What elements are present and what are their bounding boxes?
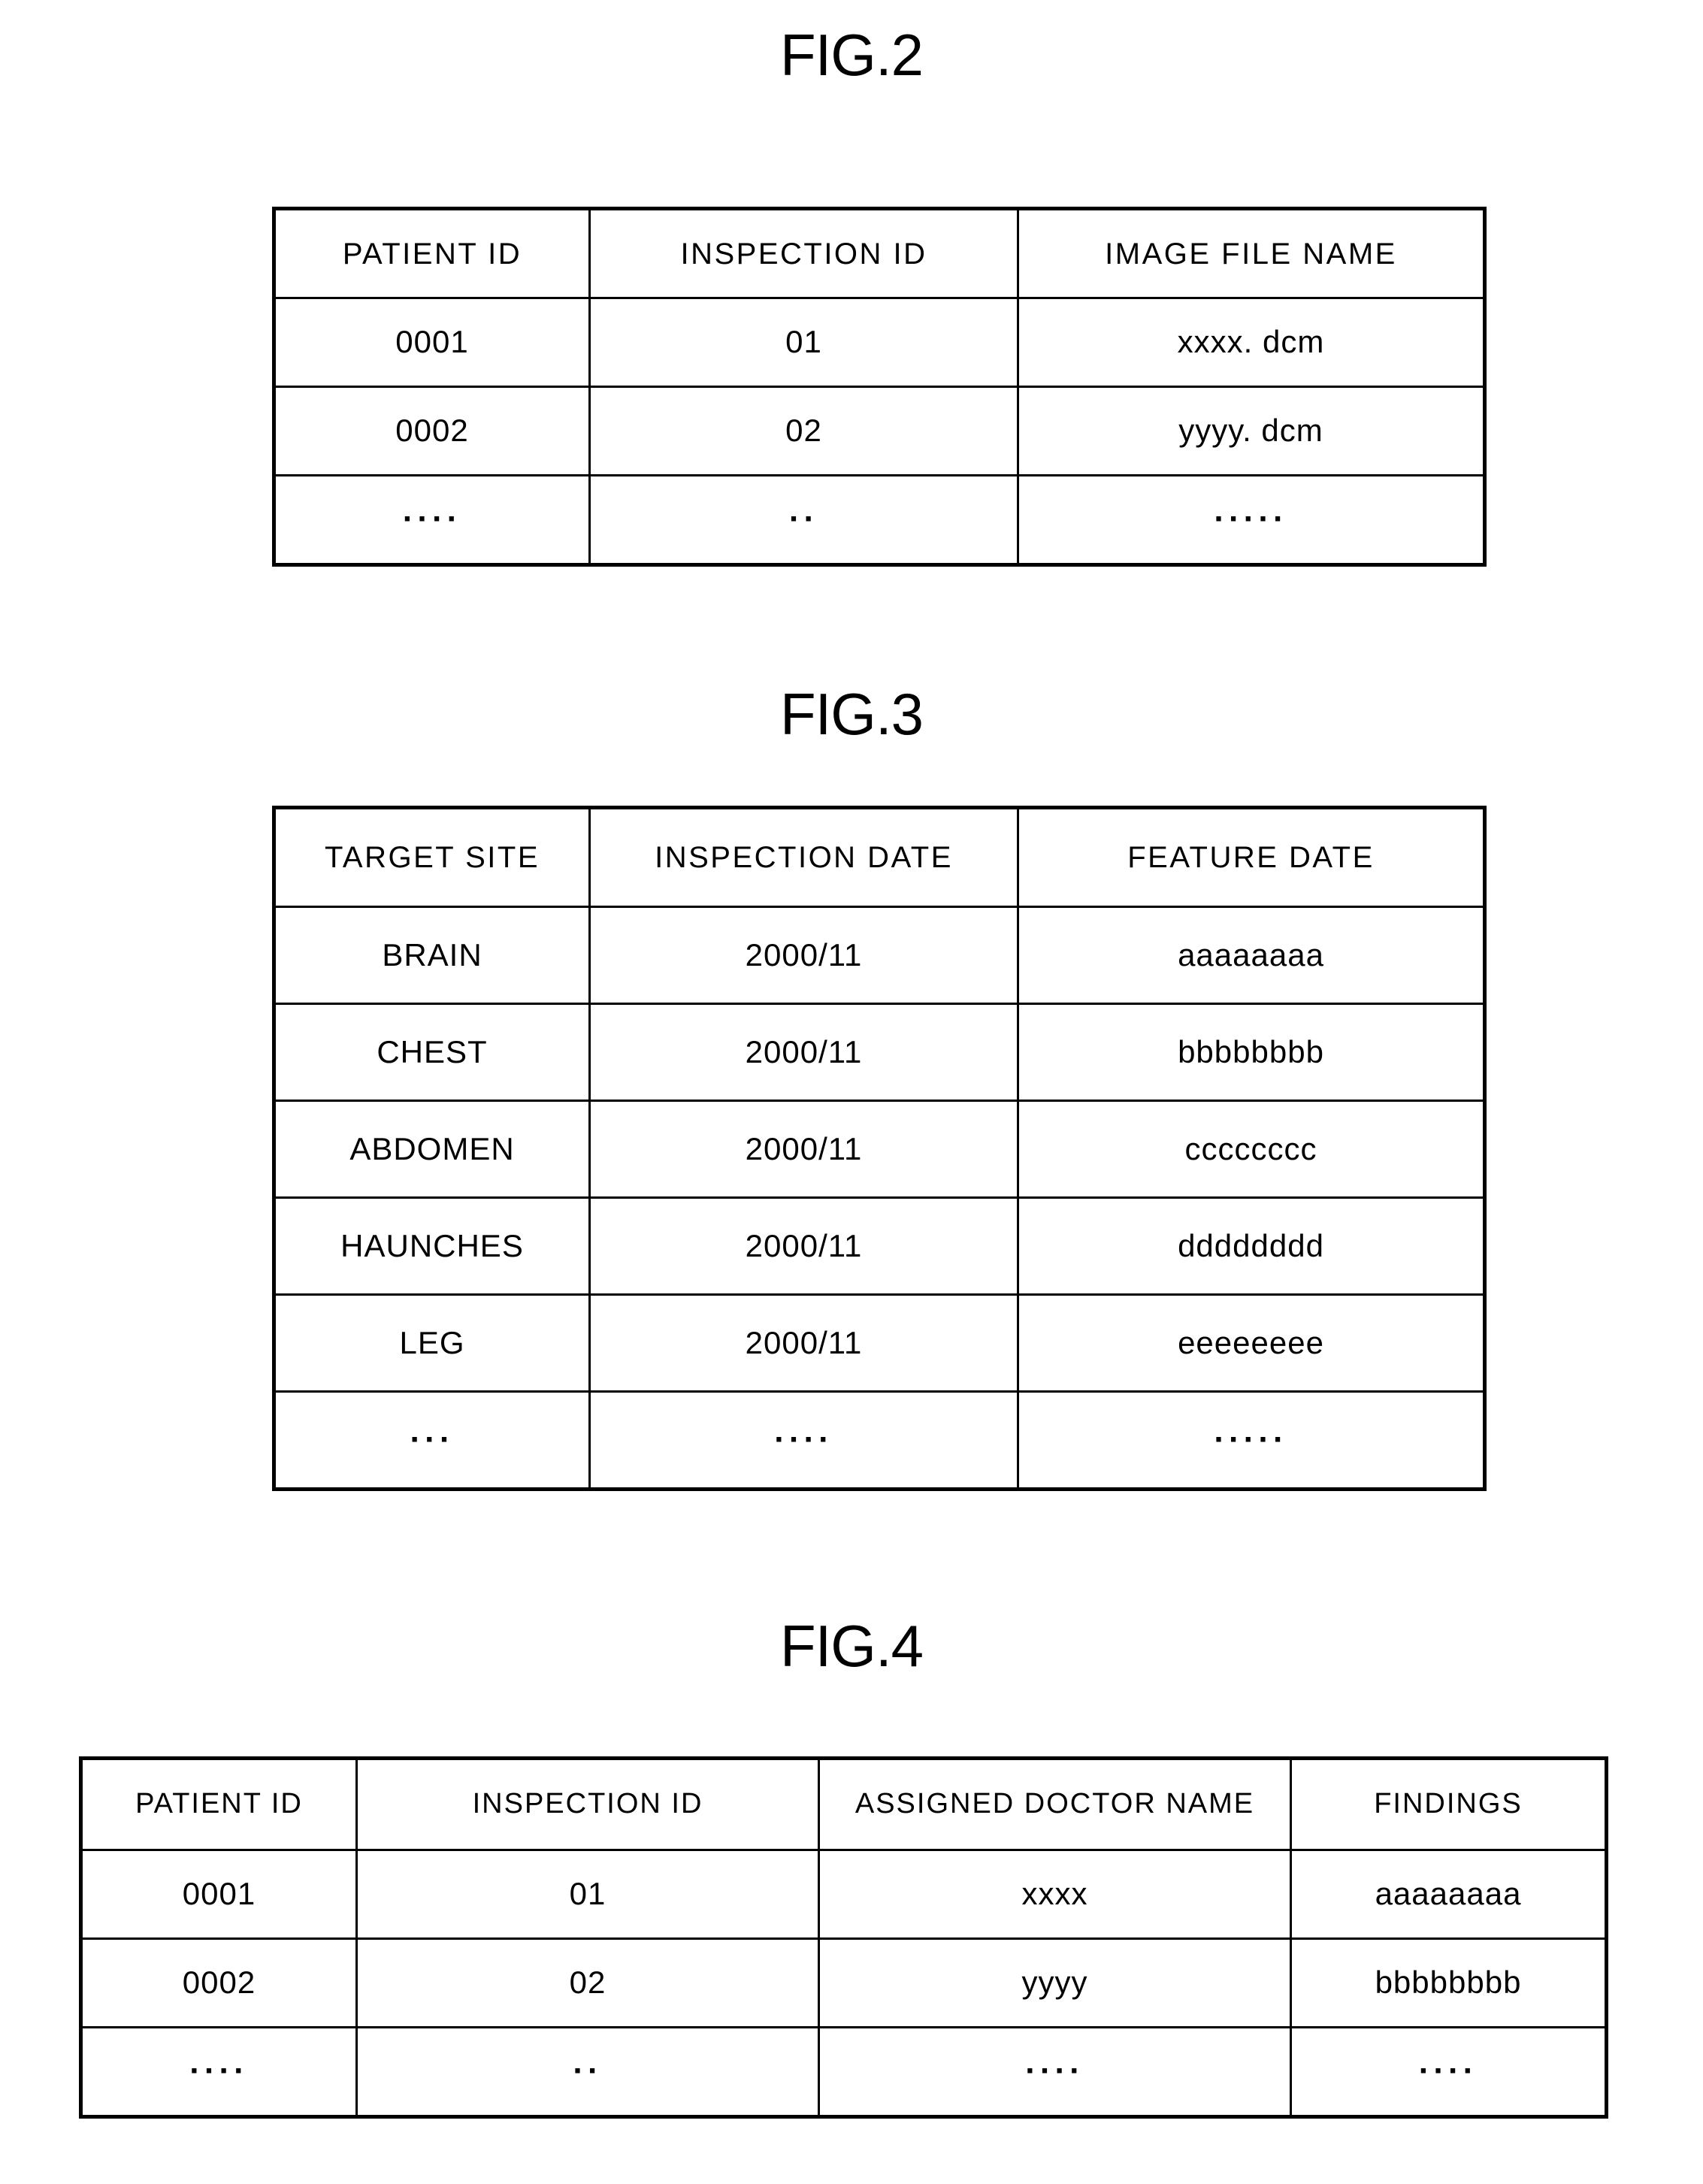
cell-patient-id: ···· xyxy=(80,2026,358,2117)
cell-inspection-date: 2000/11 xyxy=(588,906,1019,1005)
column-header-inspection-id: INSPECTION ID xyxy=(588,208,1019,299)
cell-inspection-date: ···· xyxy=(588,1390,1019,1490)
cell-assigned-doctor-name: ···· xyxy=(818,2026,1292,2117)
table-row: 0002 02 yyyy bbbbbbbb xyxy=(80,1937,1607,2028)
cell-image-file-name: yyyy. dcm xyxy=(1017,386,1485,476)
cell-feature-date: cccccccc xyxy=(1017,1100,1485,1199)
cell-inspection-id: 02 xyxy=(355,1937,820,2028)
cell-findings: bbbbbbbb xyxy=(1290,1937,1607,2028)
cell-feature-date: bbbbbbbb xyxy=(1017,1003,1485,1102)
column-header-findings: FINDINGS xyxy=(1290,1758,1607,1851)
cell-target-site: HAUNCHES xyxy=(274,1196,591,1296)
column-header-patient-id: PATIENT ID xyxy=(274,208,591,299)
cell-image-file-name: ····· xyxy=(1017,474,1485,565)
table-row-ellipsis: ··· ···· ····· xyxy=(274,1390,1485,1490)
cell-target-site: LEG xyxy=(274,1293,591,1393)
cell-inspection-id: 01 xyxy=(588,297,1019,388)
cell-feature-date: eeeeeeee xyxy=(1017,1293,1485,1393)
table-row: 0001 01 xxxx. dcm xyxy=(274,297,1485,388)
column-header-target-site: TARGET SITE xyxy=(274,807,591,908)
column-header-image-file-name: IMAGE FILE NAME xyxy=(1017,208,1485,299)
cell-target-site: CHEST xyxy=(274,1003,591,1102)
cell-inspection-date: 2000/11 xyxy=(588,1003,1019,1102)
table-row: BRAIN 2000/11 aaaaaaaa xyxy=(274,906,1485,1005)
table-row: 0002 02 yyyy. dcm xyxy=(274,386,1485,476)
figure-2-table: PATIENT ID INSPECTION ID IMAGE FILE NAME… xyxy=(272,207,1487,567)
cell-feature-date: dddddddd xyxy=(1017,1196,1485,1296)
cell-patient-id: 0002 xyxy=(274,386,591,476)
cell-patient-id: ···· xyxy=(274,474,591,565)
cell-inspection-date: 2000/11 xyxy=(588,1293,1019,1393)
cell-image-file-name: xxxx. dcm xyxy=(1017,297,1485,388)
table-row-ellipsis: ···· ·· ···· ···· xyxy=(80,2026,1607,2117)
cell-feature-date: ····· xyxy=(1017,1390,1485,1490)
cell-inspection-id: ·· xyxy=(355,2026,820,2117)
cell-findings: ···· xyxy=(1290,2026,1607,2117)
column-header-inspection-id: INSPECTION ID xyxy=(355,1758,820,1851)
cell-target-site: BRAIN xyxy=(274,906,591,1005)
cell-inspection-date: 2000/11 xyxy=(588,1100,1019,1199)
table-row: CHEST 2000/11 bbbbbbbb xyxy=(274,1003,1485,1102)
cell-target-site: ABDOMEN xyxy=(274,1100,591,1199)
cell-assigned-doctor-name: yyyy xyxy=(818,1937,1292,2028)
figure-2-title: FIG.2 xyxy=(779,22,924,88)
cell-patient-id: 0001 xyxy=(80,1849,358,1940)
cell-inspection-id: 01 xyxy=(355,1849,820,1940)
column-header-assigned-doctor-name: ASSIGNED DOCTOR NAME xyxy=(818,1758,1292,1851)
figure-4-table: PATIENT ID INSPECTION ID ASSIGNED DOCTOR… xyxy=(79,1756,1608,2119)
cell-inspection-id: ·· xyxy=(588,474,1019,565)
table-header-row: PATIENT ID INSPECTION ID ASSIGNED DOCTOR… xyxy=(80,1758,1607,1851)
cell-patient-id: 0001 xyxy=(274,297,591,388)
column-header-inspection-date: INSPECTION DATE xyxy=(588,807,1019,908)
cell-findings: aaaaaaaa xyxy=(1290,1849,1607,1940)
cell-feature-date: aaaaaaaa xyxy=(1017,906,1485,1005)
table-row-ellipsis: ···· ·· ····· xyxy=(274,474,1485,565)
table-row: LEG 2000/11 eeeeeeee xyxy=(274,1293,1485,1393)
figure-3-table: TARGET SITE INSPECTION DATE FEATURE DATE… xyxy=(272,806,1487,1491)
cell-inspection-id: 02 xyxy=(588,386,1019,476)
column-header-feature-date: FEATURE DATE xyxy=(1017,807,1485,908)
cell-target-site: ··· xyxy=(274,1390,591,1490)
cell-inspection-date: 2000/11 xyxy=(588,1196,1019,1296)
table-header-row: TARGET SITE INSPECTION DATE FEATURE DATE xyxy=(274,807,1485,908)
cell-patient-id: 0002 xyxy=(80,1937,358,2028)
column-header-patient-id: PATIENT ID xyxy=(80,1758,358,1851)
table-row: HAUNCHES 2000/11 dddddddd xyxy=(274,1196,1485,1296)
table-row: ABDOMEN 2000/11 cccccccc xyxy=(274,1100,1485,1199)
cell-assigned-doctor-name: xxxx xyxy=(818,1849,1292,1940)
table-row: 0001 01 xxxx aaaaaaaa xyxy=(80,1849,1607,1940)
table-header-row: PATIENT ID INSPECTION ID IMAGE FILE NAME xyxy=(274,208,1485,299)
figure-3-title: FIG.3 xyxy=(779,681,924,747)
figure-4-title: FIG.4 xyxy=(779,1613,924,1679)
